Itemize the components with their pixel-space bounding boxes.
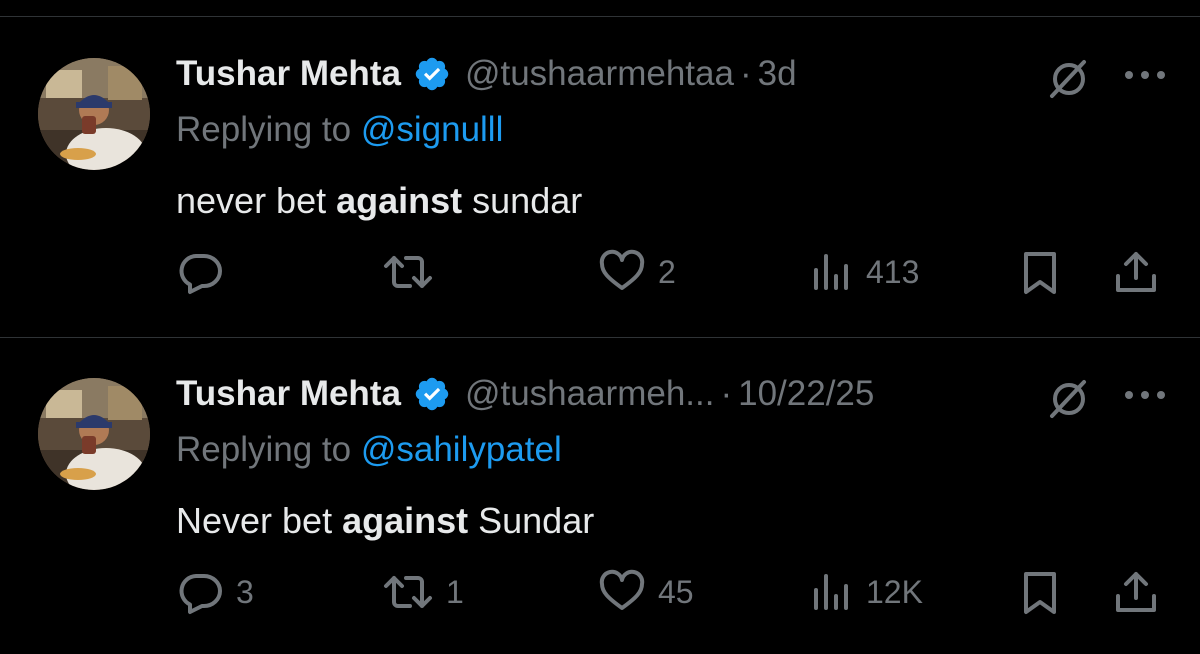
verified-badge-icon bbox=[413, 375, 451, 413]
tweet-text-part: sundar bbox=[462, 180, 583, 221]
display-name[interactable]: Tushar Mehta bbox=[176, 54, 401, 94]
like-count: 2 bbox=[658, 253, 676, 290]
repost-icon bbox=[382, 248, 434, 296]
replying-to: Replying to @signulll bbox=[176, 110, 503, 150]
share-button[interactable] bbox=[1112, 248, 1160, 296]
bookmark-icon bbox=[1020, 568, 1060, 616]
reply-bubble-icon bbox=[176, 248, 224, 296]
more-dots-icon[interactable] bbox=[1122, 388, 1168, 402]
tweet-text: never bet against sundar bbox=[176, 180, 582, 222]
repost-button[interactable] bbox=[382, 248, 446, 296]
views-bars-icon bbox=[810, 248, 854, 296]
more-dots-icon[interactable] bbox=[1122, 68, 1168, 82]
like-count: 45 bbox=[658, 573, 694, 610]
timestamp[interactable]: 10/22/25 bbox=[738, 374, 874, 414]
reply-mention-link[interactable]: @sahilypatel bbox=[361, 430, 562, 469]
tweet-header: Tushar Mehta @tushaarmehtaa · 3d bbox=[176, 54, 797, 94]
like-button[interactable]: 2 bbox=[598, 248, 676, 296]
display-name[interactable]: Tushar Mehta bbox=[176, 374, 401, 414]
divider bbox=[0, 337, 1200, 338]
grok-icon[interactable] bbox=[1046, 56, 1092, 102]
separator-dot: · bbox=[720, 374, 733, 413]
reply-count: 3 bbox=[236, 573, 254, 610]
tweet-actions: 2 413 bbox=[176, 248, 1176, 296]
reply-button[interactable]: 3 bbox=[176, 568, 254, 616]
avatar[interactable] bbox=[38, 58, 150, 170]
heart-icon bbox=[598, 568, 646, 616]
repost-button[interactable]: 1 bbox=[382, 568, 464, 616]
views-bars-icon bbox=[810, 568, 854, 616]
tweet-text-part: Never bet bbox=[176, 500, 343, 541]
views-count: 413 bbox=[866, 253, 920, 290]
reply-bubble-icon bbox=[176, 568, 224, 616]
separator-dot: · bbox=[739, 54, 752, 93]
share-upload-icon bbox=[1112, 568, 1160, 616]
views-button[interactable]: 12K bbox=[810, 568, 923, 616]
replying-to-label: Replying to bbox=[176, 430, 361, 469]
replying-to: Replying to @sahilypatel bbox=[176, 430, 562, 470]
views-button[interactable]: 413 bbox=[810, 248, 919, 296]
avatar[interactable] bbox=[38, 378, 150, 490]
reply-mention-link[interactable]: @signulll bbox=[361, 110, 504, 149]
bookmark-icon bbox=[1020, 248, 1060, 296]
bookmark-button[interactable] bbox=[1020, 568, 1060, 616]
bookmark-button[interactable] bbox=[1020, 248, 1060, 296]
grok-icon[interactable] bbox=[1046, 376, 1092, 422]
divider bbox=[0, 16, 1200, 17]
tweet-header: Tushar Mehta @tushaarmeh... · 10/22/25 bbox=[176, 374, 874, 414]
share-button[interactable] bbox=[1112, 568, 1160, 616]
tweet-text-bold: against bbox=[342, 500, 469, 541]
tweet-text-bold: against bbox=[336, 180, 463, 221]
tweet-text-part: never bet bbox=[176, 180, 337, 221]
reply-button[interactable] bbox=[176, 248, 236, 296]
tweet-text: Never bet against Sundar bbox=[176, 500, 594, 542]
timestamp[interactable]: 3d bbox=[758, 54, 797, 94]
replying-to-label: Replying to bbox=[176, 110, 361, 149]
user-handle[interactable]: @tushaarmeh... bbox=[465, 374, 715, 414]
heart-icon bbox=[598, 248, 646, 296]
like-button[interactable]: 45 bbox=[598, 568, 694, 616]
repost-count: 1 bbox=[446, 573, 464, 610]
tweet-text-part: Sundar bbox=[468, 500, 595, 541]
user-handle[interactable]: @tushaarmehtaa bbox=[465, 54, 734, 94]
repost-icon bbox=[382, 568, 434, 616]
reply-feed: Tushar Mehta @tushaarmehtaa · 3d Replyin… bbox=[0, 0, 1200, 654]
share-upload-icon bbox=[1112, 248, 1160, 296]
tweet-actions: 3 1 45 12K bbox=[176, 568, 1176, 616]
verified-badge-icon bbox=[413, 55, 451, 93]
views-count: 12K bbox=[866, 573, 923, 610]
